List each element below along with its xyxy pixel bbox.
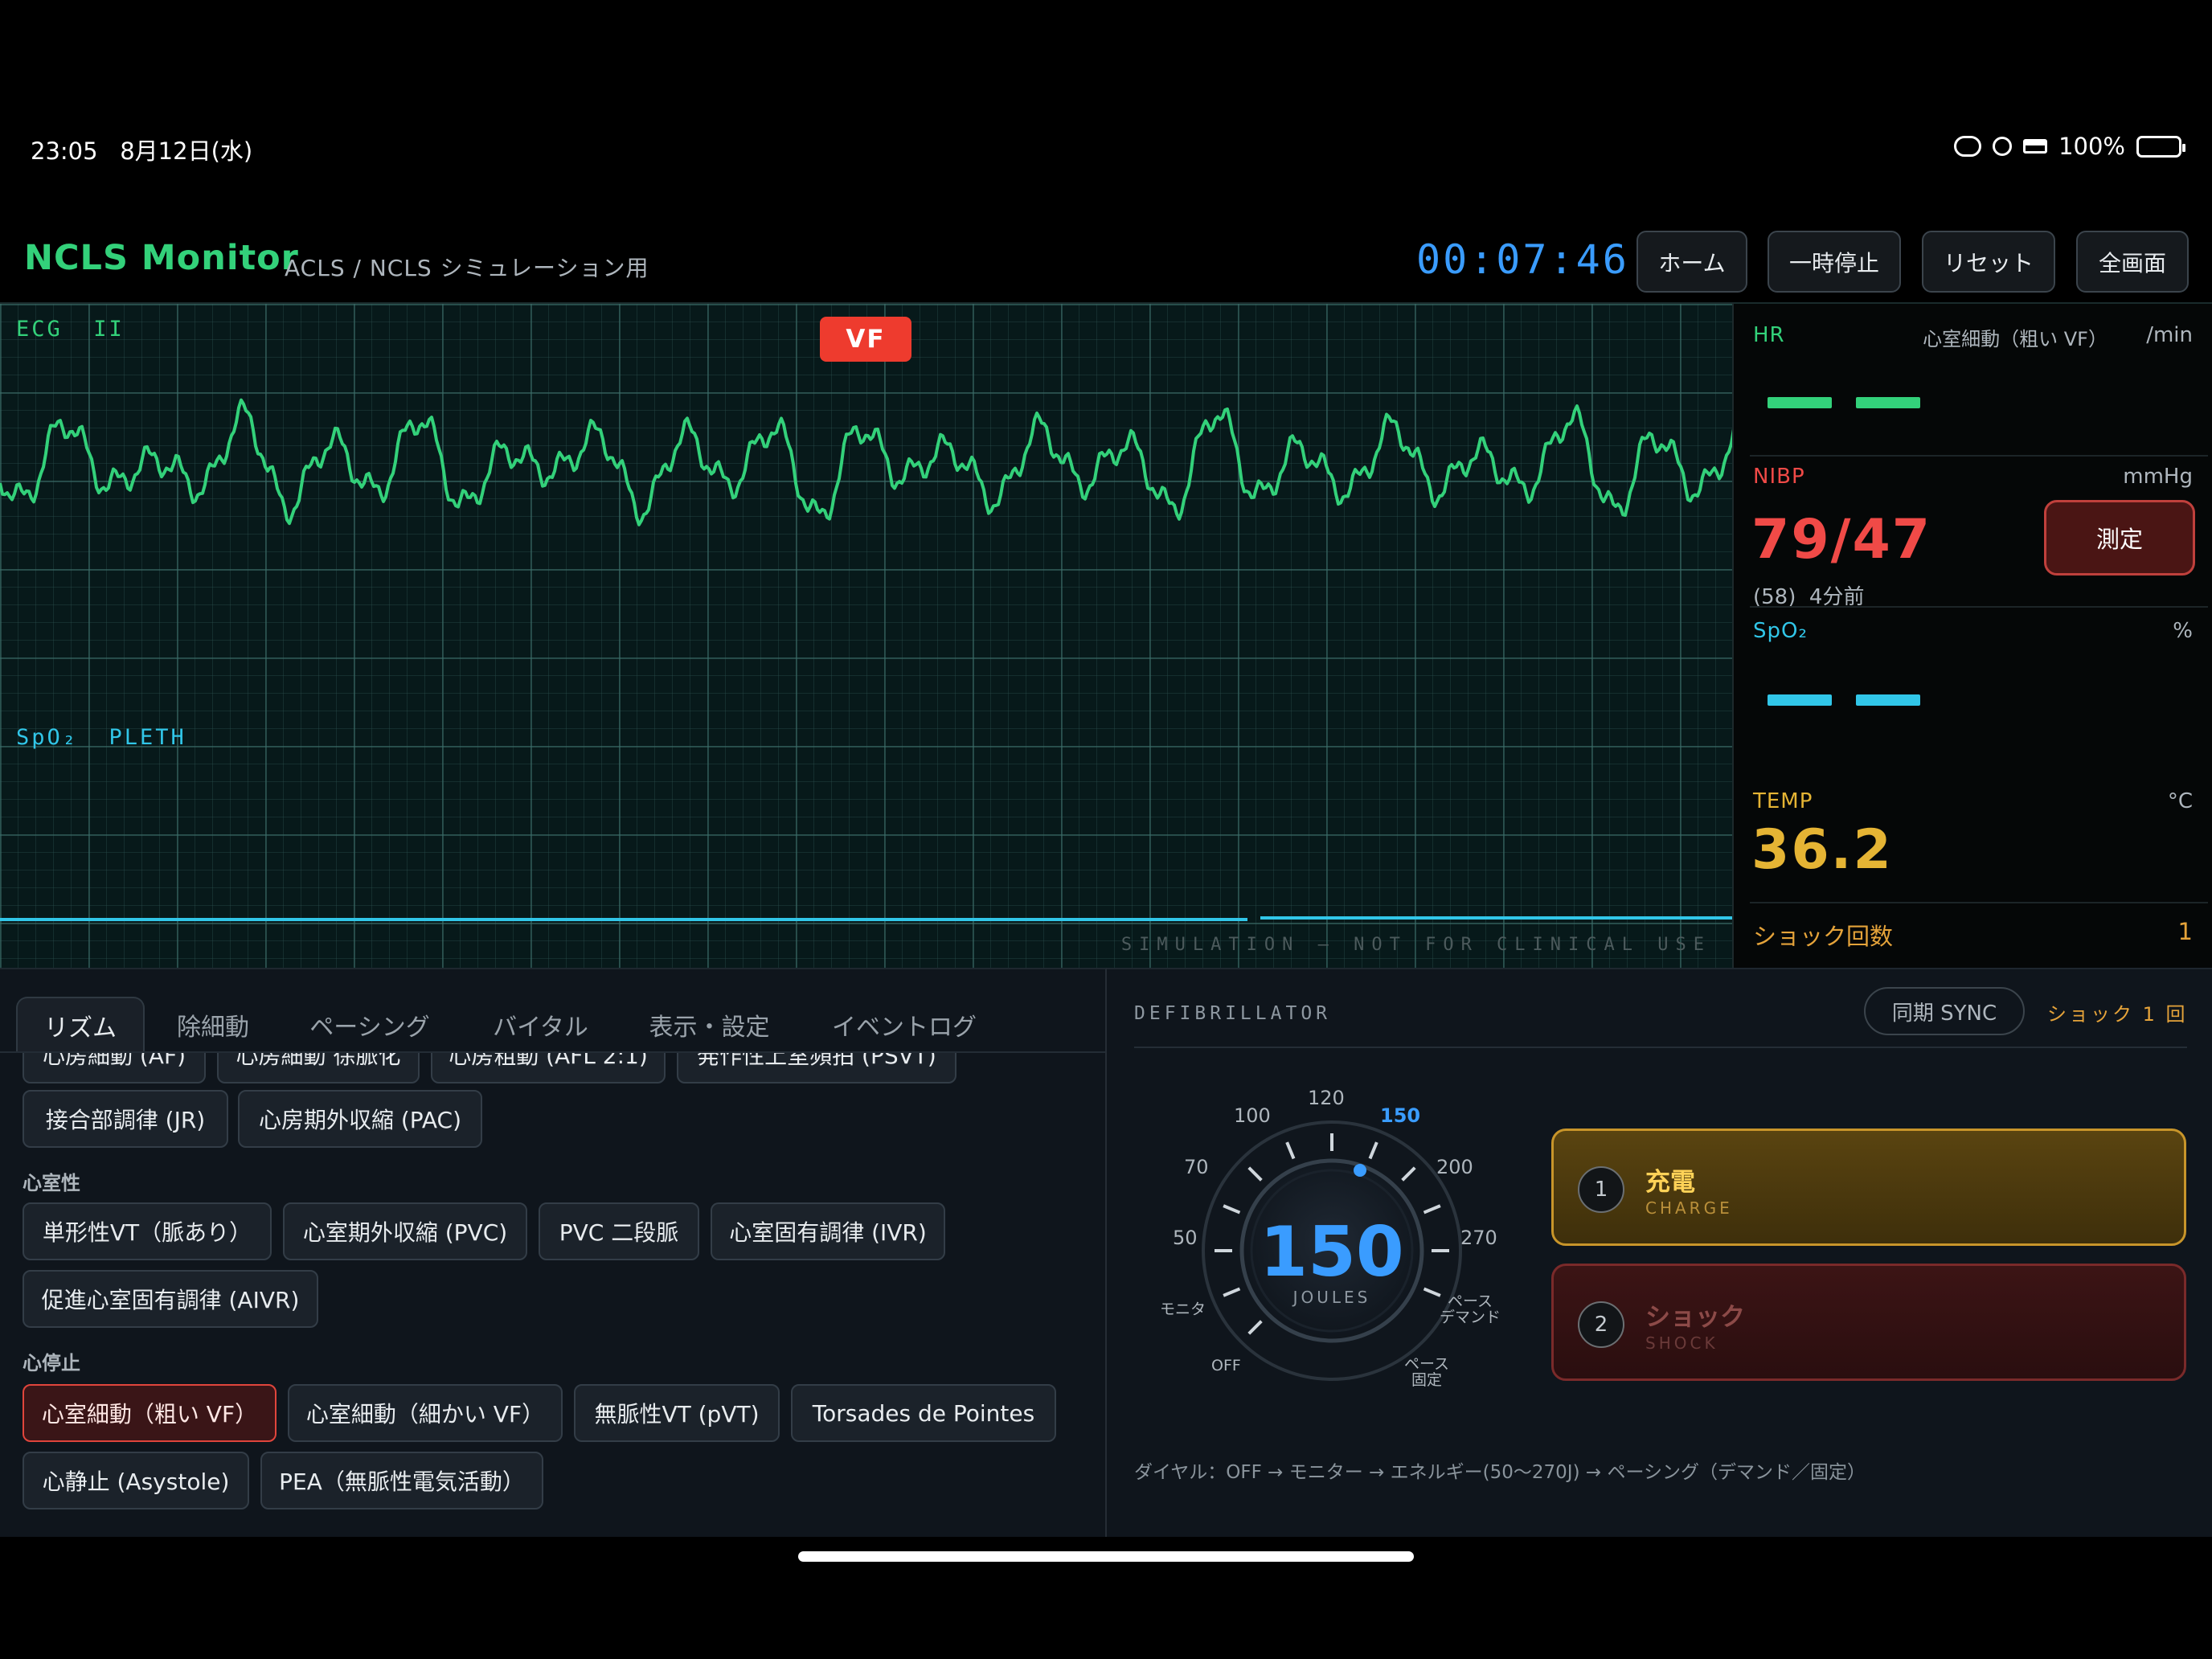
tab-rhythm[interactable]: リズム [16,997,145,1053]
shock-label: ショック [1645,1303,1745,1332]
rhythm-option-selected[interactable]: 心室細動（粗い VF） [23,1384,276,1442]
divider [1134,1047,2187,1048]
simulation-watermark: SIMULATION — NOT FOR CLINICAL USE [1120,935,1711,955]
status-icons: 100% [1954,130,2185,162]
app-subtitle: ACLS / NCLS シミュレーション用 [285,255,649,281]
rhythm-option[interactable]: 心室細動（細かい VF） [288,1384,563,1442]
dial-label-pace-demand[interactable]: ペース デマンド [1440,1293,1501,1326]
rhythm-list[interactable]: 心房細動 (AF) 心房細動 徐脈化 心房粗動 (AFL 2:1) 発作性上室頻… [0,1053,1105,1564]
dial-unit: JOULES [1292,1288,1371,1307]
tab-defib[interactable]: 除細動 [161,997,265,1053]
pleth-waveform [0,916,1732,921]
charge-sublabel: CHARGE [1645,1198,1733,1218]
tab-event-log[interactable]: イベントログ [824,997,985,1053]
home-indicator[interactable] [798,1551,1414,1562]
status-time: 23:05 8月12日(水) [31,137,253,165]
nibp-label: NIBP [1753,465,1805,489]
measure-nibp-button[interactable]: 測定 [2044,500,2195,576]
home-button[interactable]: ホーム [1636,231,1747,293]
link-icon [1954,136,1982,157]
dial-label-270[interactable]: 270 [1460,1227,1497,1249]
rhythm-option[interactable]: 心室固有調律 (IVR) [711,1202,945,1260]
waveforms [0,398,1732,921]
hr-label: HR [1753,323,1785,347]
ecg-panel: ECG II VF SpO₂ PLETH SIMULATION — NOT FO… [0,302,1734,968]
rhythm-option[interactable]: 単形性VT（脈あり） [23,1202,272,1260]
defibrillator-panel: DEFIBRILLATOR 同期 SYNC ショック 1 回 150 JOULE… [1107,968,2212,1537]
dial-label-100[interactable]: 100 [1234,1104,1271,1127]
divider [1750,606,2208,608]
pause-button[interactable]: 一時停止 [1768,231,1901,293]
dial-label-monitor[interactable]: モニタ [1160,1301,1206,1318]
section-title-ventricular: 心室性 [23,1172,80,1194]
spo2-value [1768,694,1920,706]
defib-shock-count: ショック 1 回 [2047,1003,2188,1026]
reset-button[interactable]: リセット [1922,231,2055,293]
dial-energy-value: 150 [1260,1212,1404,1292]
divider [1750,902,2208,903]
shock-button[interactable]: 2 ショック SHOCK [1551,1264,2186,1381]
rhythm-option[interactable]: 心房粗動 (AFL 2:1) [431,1053,666,1083]
rhythm-option[interactable]: PVC 二段脈 [539,1202,699,1260]
elapsed-timer: 00:07:46 [1416,236,1629,283]
charge-button[interactable]: 1 充電 CHARGE [1551,1129,2186,1246]
dial-label-120[interactable]: 120 [1308,1087,1345,1109]
shock-count-label: ショック回数 [1753,923,1894,950]
tab-settings[interactable]: 表示・設定 [643,997,776,1053]
spo2-unit: % [2173,619,2193,643]
rhythm-option[interactable]: 無脈性VT (pVT) [574,1384,780,1442]
dial-label-50[interactable]: 50 [1173,1227,1198,1249]
app-title: NCLS Monitor [24,238,299,278]
rhythm-option[interactable]: 心房期外収縮 (PAC) [238,1090,482,1148]
nibp-value: 79/47 [1751,508,1932,571]
rhythm-option[interactable]: 心房細動 (AF) [23,1053,206,1083]
pleth-label: SpO₂ PLETH [16,725,186,750]
hr-unit: /min [2146,323,2193,347]
dial-label-off[interactable]: OFF [1211,1358,1241,1374]
battery-icon [2136,135,2185,158]
fullscreen-button[interactable]: 全画面 [2076,231,2189,293]
rhythm-option[interactable]: 促進心室固有調律 (AIVR) [23,1270,318,1328]
rhythm-option[interactable]: Torsades de Pointes [791,1384,1056,1442]
tab-pacing[interactable]: ペーシング [297,997,442,1053]
dial-label-pace-fixed[interactable]: ペース 固定 [1404,1356,1449,1389]
dial-hint-text: ダイヤル：OFF → モニター → エネルギー(50〜270J) → ペーシング… [1134,1462,1866,1483]
shock-count-value: 1 [2177,918,2193,945]
divider [1750,455,2208,457]
step-number: 2 [1578,1301,1624,1348]
sleep-icon [2023,139,2048,154]
temp-value: 36.2 [1751,818,1893,882]
shock-sublabel: SHOCK [1645,1333,1718,1353]
vitals-panel: HR 心室細動（粗い VF） /min NIBP mmHg 79/47 測定 (… [1734,302,2212,968]
section-title-arrest: 心停止 [23,1352,80,1374]
orientation-lock-icon [1993,137,2013,156]
dial-label-70[interactable]: 70 [1184,1156,1209,1178]
sync-button[interactable]: 同期 SYNC [1864,987,2025,1035]
nibp-unit: mmHg [2123,465,2193,489]
rhythm-option[interactable]: PEA（無脈性電気活動） [260,1452,543,1509]
rhythm-option[interactable]: 接合部調律 (JR) [23,1090,228,1148]
rhythm-option[interactable]: 心静止 (Asystole) [23,1452,249,1509]
defib-title: DEFIBRILLATOR [1134,1003,1332,1024]
battery-percent: 100% [2058,133,2125,160]
control-panel: リズム 除細動 ペーシング バイタル 表示・設定 イベントログ 心房細動 (AF… [0,968,1107,1537]
rhythm-option[interactable]: 心室期外収縮 (PVC) [283,1202,527,1260]
rhythm-option[interactable]: 心房細動 徐脈化 [217,1053,420,1083]
temp-unit: °C [2167,789,2193,813]
tab-vitals[interactable]: バイタル [482,997,599,1053]
dial-pointer [1354,1164,1366,1177]
spo2-label: SpO₂ [1753,619,1808,643]
hr-rhythm-note: 心室細動（粗い VF） [1923,328,2108,350]
hr-value [1768,397,1920,408]
dial-label-200[interactable]: 200 [1436,1156,1473,1178]
temp-label: TEMP [1753,789,1813,813]
rhythm-option[interactable]: 発作性上室頻拍 (PSVT) [677,1053,956,1083]
charge-label: 充電 [1645,1168,1695,1197]
ecg-waveform [0,398,1732,526]
dial-label-150[interactable]: 150 [1380,1104,1420,1127]
step-number: 1 [1578,1166,1624,1213]
